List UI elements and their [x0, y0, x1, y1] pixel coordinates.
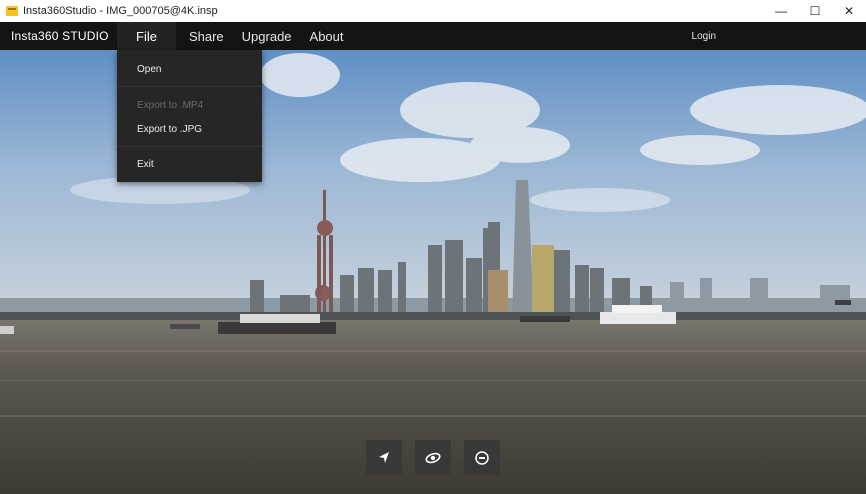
menu-item-open[interactable]: Open: [137, 64, 161, 75]
cursor-arrow-icon: [379, 451, 389, 463]
minimize-button[interactable]: —: [764, 0, 798, 22]
maximize-button[interactable]: ☐: [798, 0, 832, 22]
menu-divider: [117, 86, 262, 87]
menu-item-exit[interactable]: Exit: [137, 159, 154, 170]
file-menu-dropdown: Open Export to .MP4 Export to .JPG Exit: [117, 50, 262, 182]
rotate-planet-icon: [425, 452, 441, 463]
menu-item-export-jpg[interactable]: Export to .JPG: [137, 124, 202, 135]
pointer-mode-button[interactable]: [366, 440, 402, 475]
360-icon: [475, 450, 489, 465]
login-link[interactable]: Login: [692, 22, 716, 50]
rotate-view-button[interactable]: [415, 440, 451, 475]
window-title: Insta360Studio - IMG_000705@4K.insp: [23, 5, 218, 17]
menu-upgrade[interactable]: Upgrade: [235, 22, 299, 50]
app-icon: [6, 6, 18, 16]
menu-about[interactable]: About: [303, 22, 351, 50]
menu-divider: [117, 146, 262, 147]
app-logo: Insta360 STUDIO: [11, 29, 109, 43]
menu-share[interactable]: Share: [182, 22, 231, 50]
360-view-button[interactable]: [464, 440, 500, 475]
menu-item-export-mp4: Export to .MP4: [137, 100, 204, 111]
window-title-bar: Insta360Studio - IMG_000705@4K.insp — ☐ …: [0, 0, 866, 22]
menu-file[interactable]: File: [117, 22, 176, 50]
close-button[interactable]: ✕: [832, 0, 866, 22]
menu-bar: Insta360 STUDIO File Share Upgrade About…: [0, 22, 866, 50]
